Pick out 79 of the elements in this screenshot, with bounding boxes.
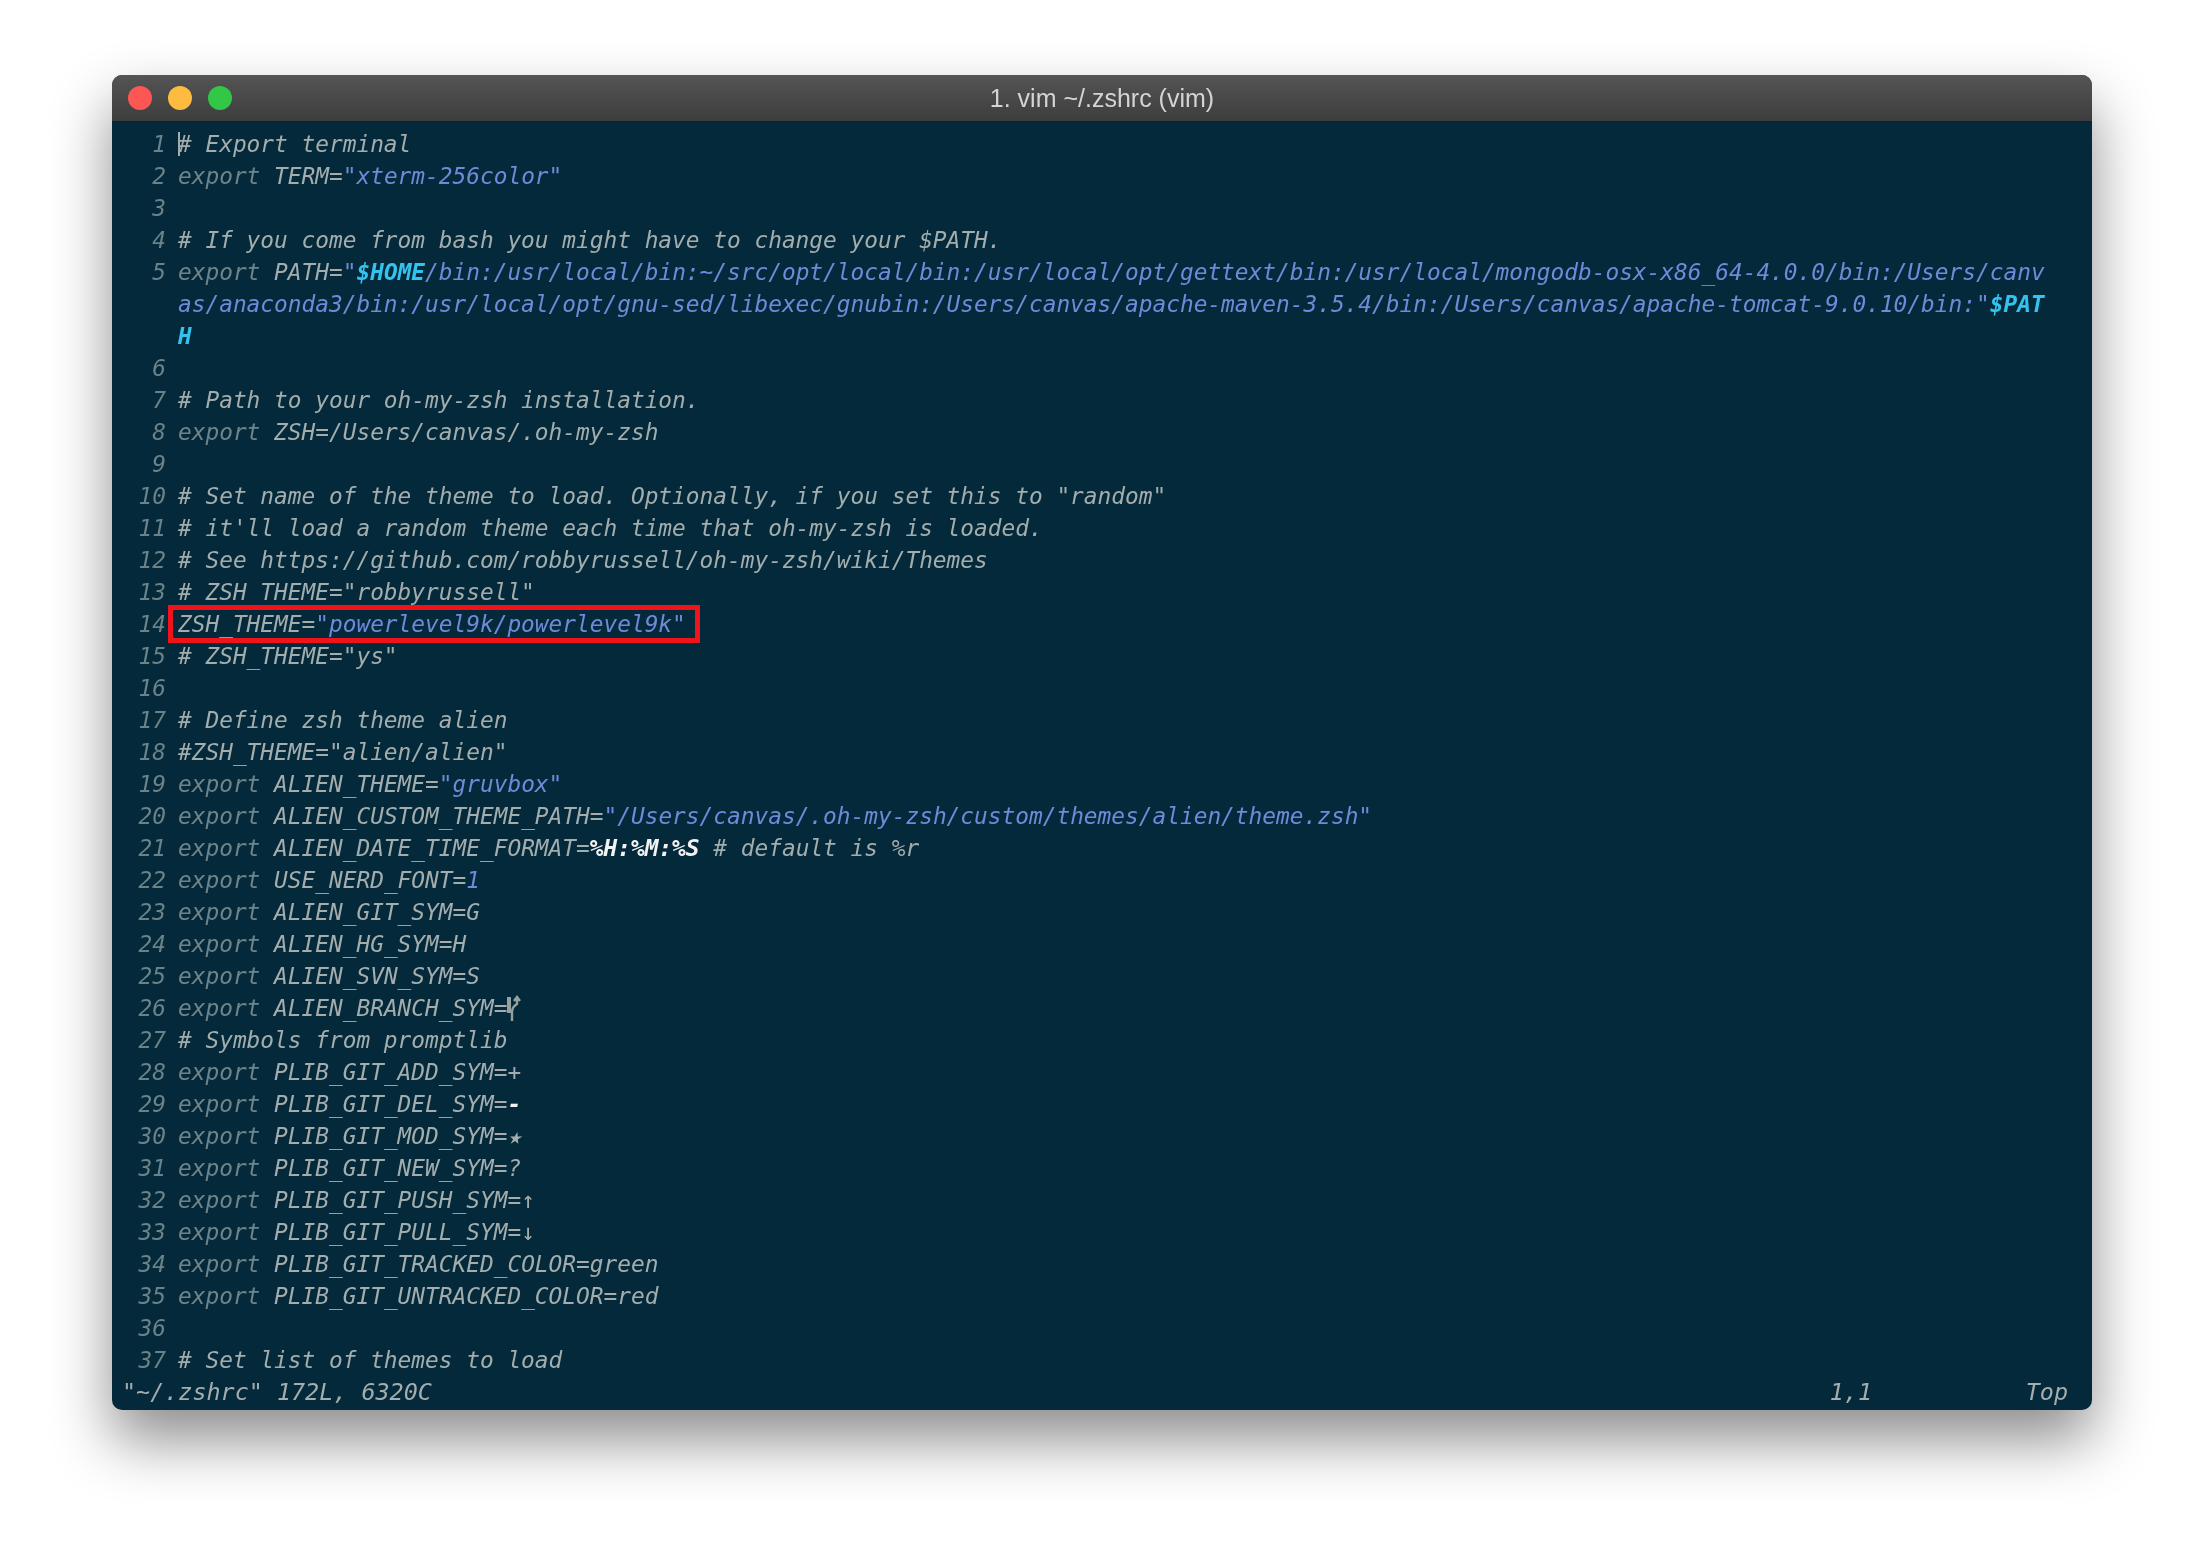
line-number: 36 <box>137 1314 167 1343</box>
line-number: 14 <box>137 610 167 639</box>
cursor-position: 1,1 <box>1829 1377 1873 1408</box>
line-number: 1 <box>151 130 167 159</box>
line-number: 37 <box>137 1346 167 1375</box>
line-number: 18 <box>137 738 167 767</box>
code-line: export ALIEN_CUSTOM_THEME_PATH="/Users/canvas/.oh-my-zsh/custom/themes/alien/theme.zsh" <box>178 802 1373 832</box>
line-number: 17 <box>137 706 167 735</box>
line-number: 25 <box>137 962 167 991</box>
line-number: 20 <box>137 802 167 831</box>
code-line: # ZSH_THEME="robbyrussell" <box>178 578 535 607</box>
code-line: export ALIEN_HG_SYM=H <box>178 930 467 960</box>
code-line: ZSH_THEME="powerlevel9k/powerlevel9k" <box>178 610 686 640</box>
code-line: # Export terminal <box>178 130 412 159</box>
code-line: # Set name of the theme to load. Optionally, if you set this to "random" <box>178 482 1167 511</box>
line-number: 13 <box>137 578 167 607</box>
status-message: "~/.zshrc" 172L, 6320C <box>122 1377 433 1408</box>
line-number: 16 <box>137 674 167 703</box>
line-number: 30 <box>137 1122 167 1151</box>
line-number: 7 <box>151 386 167 415</box>
line-number: 21 <box>137 834 167 863</box>
line-number: 9 <box>151 450 167 479</box>
line-number: 6 <box>151 354 167 383</box>
line-number: 24 <box>137 930 167 959</box>
line-number: 10 <box>137 482 167 511</box>
line-number: 23 <box>137 898 167 927</box>
code-line: export PLIB_GIT_ADD_SYM=+ <box>178 1058 522 1088</box>
line-number: 2 <box>151 162 167 191</box>
line-number: 22 <box>137 866 167 895</box>
code-line: export PLIB_GIT_TRACKED_COLOR=green <box>178 1250 659 1280</box>
zoom-button[interactable] <box>208 86 232 110</box>
code-line: export PLIB_GIT_MOD_SYM=★ <box>178 1122 522 1152</box>
code-line: export PLIB_GIT_PUSH_SYM=↑ <box>178 1186 535 1216</box>
line-number: 3 <box>151 194 167 223</box>
line-number: 15 <box>137 642 167 671</box>
code-line: # it'll load a random theme each time that oh-my-zsh is loaded. <box>178 514 1043 543</box>
line-number: 11 <box>137 514 167 543</box>
line-number: 19 <box>137 770 167 799</box>
line-number: 27 <box>137 1026 167 1055</box>
line-number: 26 <box>137 994 167 1023</box>
code-line: export PLIB_GIT_NEW_SYM=? <box>178 1154 522 1184</box>
line-number: 31 <box>137 1154 167 1183</box>
line-number: 28 <box>137 1058 167 1087</box>
code-line: export ALIEN_SVN_SYM=S <box>178 962 480 992</box>
line-number: 8 <box>151 418 167 447</box>
code-line: # ZSH_THEME="ys" <box>178 642 398 672</box>
line-number: 35 <box>137 1282 167 1311</box>
code-line: # Define zsh theme alien <box>178 706 508 735</box>
line-number: 33 <box>137 1218 167 1247</box>
code-line: # If you come from bash you might have to change your $PATH. <box>178 226 1002 255</box>
code-line: export USE_NERD_FONT=1 <box>178 866 480 896</box>
minimize-button[interactable] <box>168 86 192 110</box>
code-line: export PLIB_GIT_DEL_SYM=- <box>178 1090 522 1120</box>
code-line: # Path to your oh-my-zsh installation. <box>178 386 700 415</box>
code-line: export ALIEN_THEME="gruvbox" <box>178 770 563 800</box>
scroll-position: Top <box>2025 1377 2068 1408</box>
code-line: H <box>178 322 192 351</box>
code-line: #ZSH_THEME="alien/alien" <box>178 738 508 768</box>
code-line: export TERM="xterm-256color" <box>178 162 563 191</box>
code-line: # Set list of themes to load <box>178 1346 563 1375</box>
window-title: 1. vim ~/.zshrc (vim) <box>989 83 1215 113</box>
line-number: 32 <box>137 1186 167 1215</box>
code-line: # See https://github.com/robbyrussell/oh-my-zsh/wiki/Themes <box>178 546 988 575</box>
code-line: # Symbols from promptlib <box>178 1026 508 1055</box>
code-line: export ALIEN_GIT_SYM=G <box>178 898 480 928</box>
code-line: export PLIB_GIT_PULL_SYM=↓ <box>178 1218 535 1248</box>
line-number: 29 <box>137 1090 167 1119</box>
code-line: export ALIEN_BRANCH_SYM= <box>178 992 522 1024</box>
code-line: as/anaconda3/bin:/usr/local/opt/gnu-sed/libexec/gnubin:/Users/canvas/apache-maven-3.5.4/bin:/Users/canvas/apache-tomcat-9.0.10/bin:"$PAT <box>178 290 2045 319</box>
close-button[interactable] <box>128 86 152 110</box>
line-number: 4 <box>151 226 167 255</box>
line-number: 34 <box>137 1250 167 1279</box>
branch-icon <box>507 994 522 1022</box>
code-line: export PATH="$HOME/bin:/usr/local/bin:~/src/opt/local/bin:/usr/local/opt/gettext/bin:/usr/local/mongodb-osx-x86_64-4.0.0/bin:/Users/canv <box>178 258 2045 288</box>
line-number: 12 <box>137 546 167 575</box>
code-line: export ALIEN_DATE_TIME_FORMAT=%H:%M:%S # default is %r <box>178 834 920 864</box>
line-number: 5 <box>151 258 167 287</box>
code-line: export PLIB_GIT_UNTRACKED_COLOR=red <box>178 1282 659 1312</box>
code-line: export ZSH=/Users/canvas/.oh-my-zsh <box>178 418 659 447</box>
